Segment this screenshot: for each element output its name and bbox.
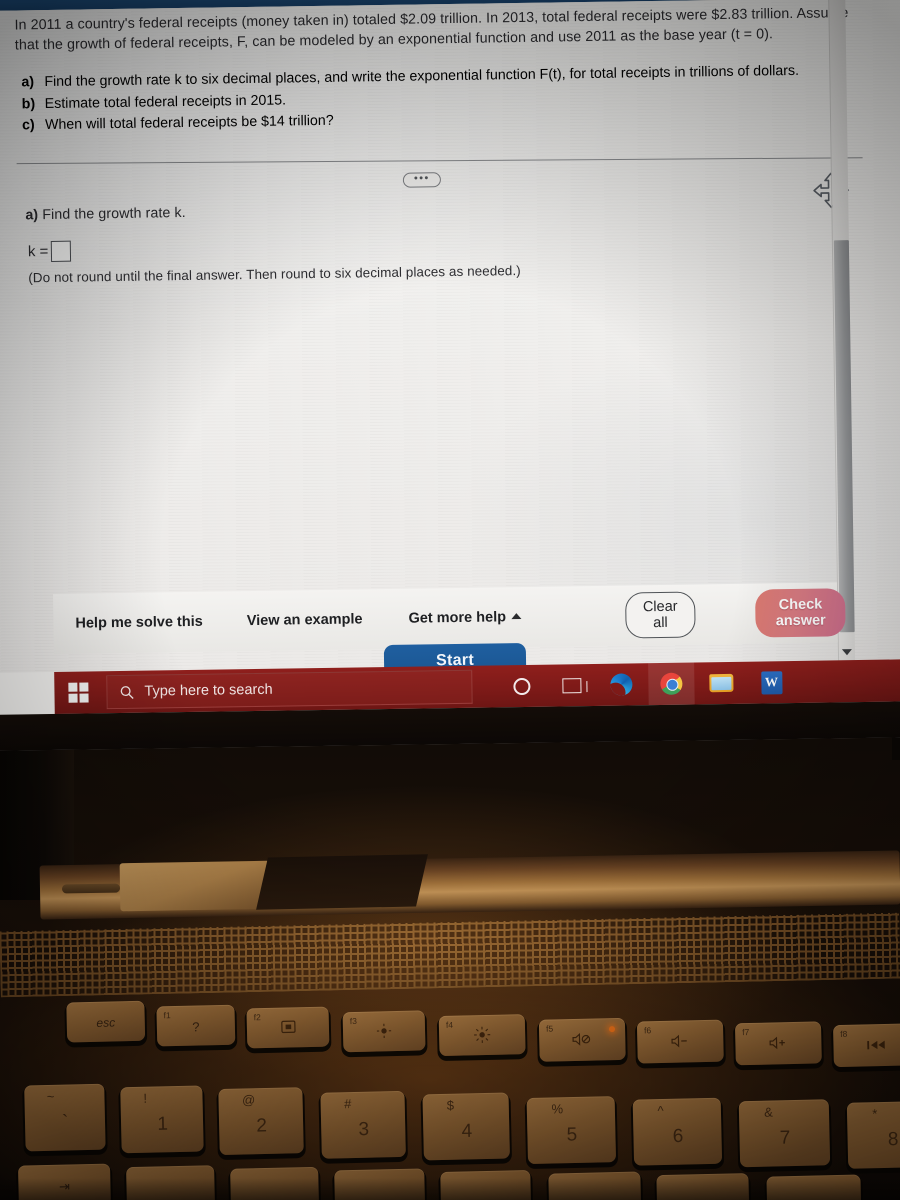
key-f7-volume-up[interactable]: f7 bbox=[734, 1021, 822, 1066]
key-f5-mute-glyph bbox=[539, 1031, 625, 1051]
exercise-panel: In 2011 a country's federal receipts (mo… bbox=[0, 0, 900, 673]
sub-question-text: Find the growth rate k. bbox=[42, 204, 186, 224]
key-esc[interactable]: esc bbox=[66, 1000, 146, 1043]
hinge-notch bbox=[119, 860, 271, 912]
laptop-keyboard[interactable]: escf1?f2f3f4f5f6f7f8~`!1@2#3$4%5^6&7*8⇥ bbox=[0, 970, 900, 1200]
key-2[interactable]: @2 bbox=[218, 1087, 304, 1156]
chevron-down-icon[interactable] bbox=[841, 649, 853, 656]
sub-question-label: a) bbox=[25, 207, 39, 224]
sub-question: a) Find the growth rate k. bbox=[25, 204, 186, 226]
key-f6-volume-down[interactable]: f6 bbox=[636, 1019, 724, 1064]
caret-up-icon bbox=[510, 613, 522, 620]
answer-prefix: k = bbox=[27, 243, 49, 261]
rounding-note: (Do not round until the final answer. Th… bbox=[28, 262, 521, 286]
key-f5-mute[interactable]: f5 bbox=[538, 1017, 626, 1062]
key-f1-help[interactable]: f1? bbox=[156, 1004, 236, 1047]
photo-of-laptop: In 2011 a country's federal receipts (mo… bbox=[0, 0, 900, 1200]
key-2-main-label: 2 bbox=[256, 1115, 268, 1137]
file-explorer-icon[interactable] bbox=[698, 662, 745, 705]
part-c-label: c) bbox=[21, 117, 35, 134]
key-f3-brightness-down-glyph bbox=[343, 1022, 425, 1044]
key-7-shift-label: & bbox=[763, 1104, 773, 1120]
windows-logo-icon bbox=[68, 682, 89, 703]
answer-input-box[interactable] bbox=[51, 240, 72, 262]
key-8-shift-label: * bbox=[872, 1106, 878, 1122]
key-f2-display[interactable]: f2 bbox=[246, 1006, 330, 1049]
edge-icon[interactable] bbox=[598, 663, 645, 706]
get-more-help-button[interactable]: Get more help bbox=[408, 609, 522, 627]
problem-parts-list: a) Find the growth rate k to six decimal… bbox=[21, 62, 862, 139]
search-icon bbox=[120, 685, 134, 699]
key-f4-brightness-up[interactable]: f4 bbox=[438, 1014, 526, 1057]
key-1-shift-label: ! bbox=[143, 1090, 148, 1106]
key-5-main-label: 5 bbox=[566, 1124, 578, 1146]
keyboard-bottom-shadow bbox=[0, 1178, 900, 1200]
key-f4-brightness-up-glyph bbox=[439, 1025, 525, 1049]
key-backtick-main-label: ` bbox=[61, 1112, 69, 1134]
key-3[interactable]: #3 bbox=[320, 1090, 406, 1159]
key-8-main-label: 8 bbox=[887, 1129, 899, 1151]
taskbar-search-placeholder: Type here to search bbox=[144, 681, 273, 700]
key-f1-help-glyph: ? bbox=[192, 1019, 200, 1035]
clear-all-button[interactable]: Clear all bbox=[624, 591, 697, 639]
part-b-text: Estimate total federal receipts in 2015. bbox=[44, 91, 287, 112]
key-backtick-shift-label: ~ bbox=[46, 1088, 55, 1104]
cortana-icon[interactable] bbox=[498, 665, 545, 708]
key-f3-brightness-down[interactable]: f3 bbox=[342, 1010, 426, 1053]
key-3-shift-label: # bbox=[344, 1096, 352, 1112]
key-f2-display-glyph bbox=[247, 1019, 329, 1038]
key-f8-previous-track-glyph bbox=[833, 1037, 900, 1056]
divider-ellipsis-button[interactable]: ••• bbox=[402, 172, 442, 188]
key-5[interactable]: % 5 bbox=[526, 1096, 617, 1165]
key-5-shift-label: % bbox=[551, 1101, 564, 1117]
laptop-screen: In 2011 a country's federal receipts (mo… bbox=[0, 0, 900, 751]
taskbar-icon-group: W bbox=[498, 661, 795, 707]
key-f7-volume-up-glyph bbox=[735, 1035, 821, 1055]
task-view-icon[interactable] bbox=[548, 664, 595, 707]
key-1-main-label: 1 bbox=[157, 1113, 169, 1136]
key-esc-glyph: esc bbox=[96, 1015, 116, 1030]
help-me-solve-this-button[interactable]: Help me solve this bbox=[75, 614, 203, 632]
key-f8-previous-track[interactable]: f8 bbox=[833, 1023, 900, 1068]
key-f1-help-fn-label: f1 bbox=[163, 1010, 171, 1021]
key-8[interactable]: * 8 bbox=[846, 1100, 900, 1169]
chrome-icon[interactable] bbox=[648, 662, 695, 706]
windows-start-button[interactable] bbox=[54, 671, 103, 714]
key-3-main-label: 3 bbox=[358, 1119, 370, 1141]
key-4-main-label: 4 bbox=[461, 1121, 473, 1143]
taskbar-search-input[interactable]: Type here to search bbox=[106, 669, 473, 710]
key-7[interactable]: & 7 bbox=[738, 1099, 831, 1168]
hinge-vent bbox=[61, 883, 121, 894]
key-f8-previous-track-fn-label: f8 bbox=[840, 1028, 848, 1039]
key-6-shift-label: ^ bbox=[657, 1102, 664, 1119]
problem-statement: In 2011 a country's federal receipts (mo… bbox=[14, 5, 849, 54]
key-7-main-label: 7 bbox=[779, 1127, 791, 1150]
view-an-example-button[interactable]: View an example bbox=[247, 611, 363, 629]
part-c-text: When will total federal receipts be $14 … bbox=[44, 112, 334, 134]
check-answer-button[interactable]: Check answer bbox=[755, 588, 846, 638]
key-6-main-label: 6 bbox=[672, 1126, 684, 1148]
key-f6-volume-down-glyph bbox=[637, 1033, 723, 1053]
get-more-help-label: Get more help bbox=[408, 609, 507, 627]
word-icon[interactable]: W bbox=[748, 661, 795, 704]
key-4-shift-label: $ bbox=[446, 1097, 455, 1113]
section-divider bbox=[16, 157, 863, 165]
part-a-label: a) bbox=[21, 74, 35, 91]
key-6[interactable]: ^ 6 bbox=[632, 1097, 723, 1166]
key-2-shift-label: @ bbox=[241, 1092, 256, 1108]
part-b-label: b) bbox=[21, 95, 36, 112]
key-1[interactable]: ! 1 bbox=[120, 1085, 204, 1154]
key-4[interactable]: $4 bbox=[422, 1092, 510, 1161]
hinge-shadow bbox=[256, 854, 428, 910]
answer-row: k = bbox=[27, 240, 72, 263]
word-icon-letter: W bbox=[760, 670, 783, 694]
key-backtick[interactable]: ~ ` bbox=[24, 1083, 106, 1152]
